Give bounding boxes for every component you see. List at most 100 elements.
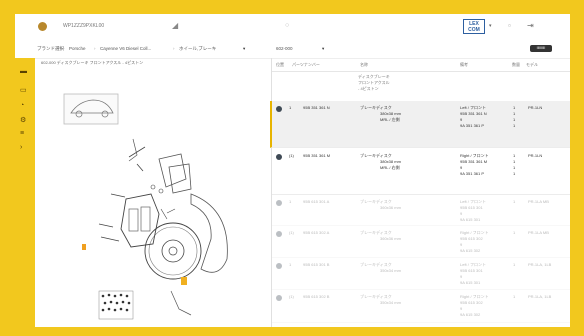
description-line: - 4ピストン [358, 86, 379, 91]
logout-icon[interactable]: ⇥ [527, 21, 534, 30]
cell-note-line: 9A 615 302 [460, 312, 481, 317]
row-info-icon[interactable] [276, 231, 282, 237]
cell-position: (1) [289, 294, 294, 299]
breadcrumb-item-brand[interactable]: ブランド選択 [37, 46, 64, 52]
cart-icon[interactable]: ▫ [508, 21, 511, 30]
row-info-icon[interactable] [276, 200, 282, 206]
cell-quantity-line: 1 [513, 199, 516, 204]
dust-shield[interactable] [190, 193, 228, 273]
breadcrumb-item-porsche[interactable]: Porsche [69, 46, 86, 51]
cell-quantity-line: 1 [513, 294, 516, 299]
app-window: WP1ZZZ9PXKL00 ◢ ○ LEX COM ▾ ▫ ⇥ ブランド選択 ›… [15, 14, 570, 327]
cell-part-number: 95B 351 361 M [303, 153, 331, 158]
diagram-title: 602-000 ディスクブレーキ フロントアクスル - 4ピストン [41, 60, 144, 65]
cell-model: PR-1LA MB [528, 230, 549, 235]
cell-quantity-line: 1 [513, 171, 516, 176]
cell-part-number: 95B 615 301 A [303, 199, 330, 204]
sidebar-expand-icon[interactable]: › [20, 144, 22, 151]
chevron-right-icon: › [173, 46, 175, 51]
cell-position: (1) [289, 153, 294, 158]
breadcrumb-item-diagram[interactable]: 602-000 [276, 46, 293, 51]
cell-quantity: 1 [513, 230, 515, 236]
cell-name: ブレーキディスク 360x36 mm [360, 230, 401, 242]
cell-name: ブレーキディスク 350x34 mm [360, 294, 401, 306]
diagram-description: ディスクブレーキ フロントアクスル - 4ピストン [358, 74, 390, 92]
cell-quantity-line: 1 [513, 123, 516, 128]
column-header-position[interactable]: 位置 [276, 62, 284, 68]
brand-logo-lexcom[interactable]: LEX COM [463, 19, 485, 34]
cell-note-line: 9A 351 361 P [460, 171, 485, 176]
caret-down-icon[interactable]: ▾ [243, 46, 245, 52]
highlight-marker [82, 244, 86, 250]
table-row[interactable]: (1) 95B 615 302 A ブレーキディスク 360x36 mm Right /… [272, 226, 570, 258]
cell-part-number: 95B 615 302 B [303, 294, 330, 299]
row-info-icon[interactable] [276, 295, 282, 301]
table-row[interactable]: 1 95B 351 361 N ブレーキディスク 380x38 mm MRL / 左側 L… [270, 101, 570, 148]
column-header-note[interactable]: 備考 [460, 62, 468, 68]
breadcrumb-item-group[interactable]: ホイール,ブレーキ [179, 46, 216, 52]
cell-quantity: 1111 [513, 105, 515, 129]
cell-name-line: 350x34 mm [380, 300, 401, 305]
caret-down-icon[interactable]: ▾ [322, 46, 324, 52]
table-row[interactable]: (1) 95B 351 361 M ブレーキディスク 380x38 mm MRL / 右… [272, 149, 570, 195]
table-row[interactable]: 1 95B 615 301 B ブレーキディスク 350x34 mm Left / フロ… [272, 258, 570, 290]
cell-position: 1 [289, 199, 292, 204]
view-toggle[interactable]: IIIIIIIII [530, 45, 552, 52]
brake-disc[interactable] [144, 222, 202, 280]
row-info-icon[interactable] [276, 263, 282, 269]
cell-name: ブレーキディスク 360x36 mm [360, 199, 401, 211]
sidebar-car-icon[interactable]: ▬ [20, 68, 27, 75]
brake-caliper[interactable] [120, 193, 160, 248]
porsche-logo-icon [38, 22, 47, 31]
sidebar-settings-icon[interactable]: ⚙ [20, 116, 26, 124]
cell-note: Left / フロント 95B 351 361 N 9 9A 351 361 P [460, 105, 487, 129]
cell-note: Left / フロント 95B 615 301 9 9A 615 301 [460, 199, 486, 223]
sidebar-list-icon[interactable]: ≡ [20, 130, 24, 137]
cell-quantity: 1 [513, 199, 515, 205]
cell-quantity-line: 1 [513, 230, 516, 235]
parts-diagram[interactable] [41, 69, 261, 324]
cell-part-number: 95B 351 361 N [303, 105, 330, 110]
row-info-icon[interactable] [276, 154, 282, 160]
column-header-part-number[interactable]: パーツナンバー [292, 62, 320, 68]
cell-note-line: 95B 351 361 N [460, 111, 487, 116]
row-info-icon[interactable] [276, 106, 282, 112]
cell-model: PR-1LA MB [528, 199, 549, 204]
cell-model: PR-1LN [528, 153, 543, 158]
cell-quantity: 1 [513, 262, 515, 268]
car-thumbnail[interactable] [63, 93, 119, 125]
cell-model: PR-1LA, 1LB [528, 262, 552, 267]
cell-name: ブレーキディスク 350x34 mm [360, 262, 401, 274]
cell-model: PR-1LA, 1LB [528, 294, 552, 299]
cell-note-line: 9A 615 301 [460, 217, 481, 222]
column-header-quantity[interactable]: 数量 [512, 62, 520, 68]
chevron-down-icon[interactable]: ▾ [489, 23, 492, 29]
cell-note-line: 9A 615 302 [460, 248, 481, 253]
cell-note-line: 95B 351 361 M [460, 159, 488, 164]
column-header-name[interactable]: 名称 [360, 62, 368, 68]
column-header-model[interactable]: モデル [526, 62, 538, 68]
cell-note: Right / フロント 95B 615 302 9 9A 615 302 [460, 230, 489, 254]
cell-note: Right / フロント 95B 615 302 9 9A 615 302 [460, 294, 489, 318]
cell-position: 1 [289, 262, 292, 267]
brake-pad[interactable] [158, 153, 187, 188]
cell-model: PR-1LN [528, 105, 543, 110]
cell-part-number: 95B 615 301 B [303, 262, 330, 267]
cell-position: 1 [289, 105, 292, 110]
sidebar: ▬ ▭ ◔ ⚙ ≡ › [15, 58, 35, 327]
table-row[interactable]: (1) 95B 615 302 B ブレーキディスク 350x34 mm Right /… [272, 290, 570, 323]
cell-name-line: MRL / 右側 [380, 165, 400, 170]
cell-quantity: 1111 [513, 153, 515, 177]
cell-note: Left / フロント 95B 615 301 9 9A 615 301 [460, 262, 486, 286]
cell-note-line: 9A 351 361 P [460, 123, 485, 128]
vin-field[interactable]: WP1ZZZ9PXKL00 [63, 23, 104, 29]
breadcrumb: ブランド選択 › Porsche › Cayenne V6 Diesel Col… [15, 39, 570, 59]
table-row[interactable]: 1 95B 615 301 A ブレーキディスク 360x36 mm Left / フロ… [272, 195, 570, 226]
sidebar-document-icon[interactable]: ▭ [20, 86, 27, 94]
sidebar-history-icon[interactable]: ◔ [20, 102, 24, 109]
cell-note-line: 9A 615 301 [460, 280, 481, 285]
cell-position: (1) [289, 230, 294, 235]
breadcrumb-item-model[interactable]: Cayenne V6 Diesel Coll... [100, 46, 151, 51]
search-icon[interactable]: ○ [285, 22, 289, 29]
camera-icon[interactable]: ◢ [172, 21, 178, 30]
